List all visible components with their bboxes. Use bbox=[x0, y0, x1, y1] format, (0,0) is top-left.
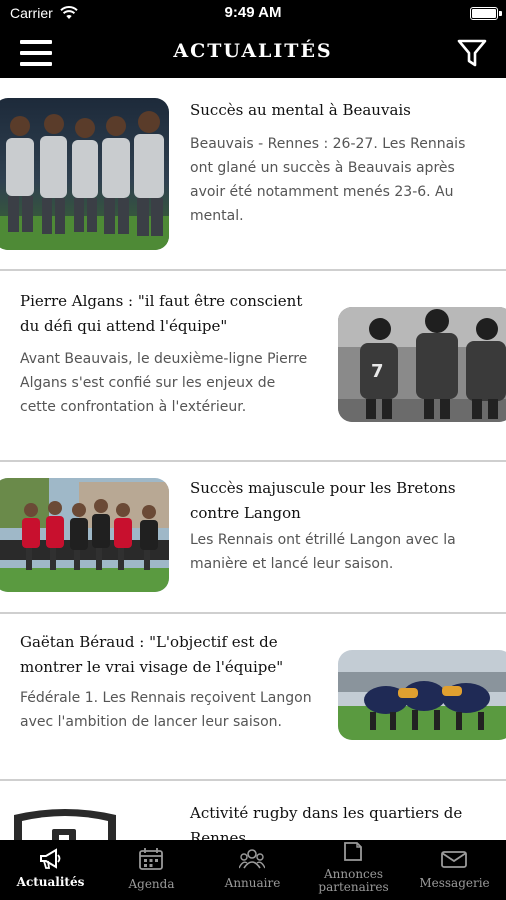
calendar-icon bbox=[139, 848, 163, 870]
news-feed[interactable]: Succès au mental à Beauvais Beauvais - R… bbox=[0, 78, 506, 840]
article-title: Succès majuscule pour les Bretons contre… bbox=[190, 479, 456, 522]
tab-label: Agenda bbox=[128, 877, 175, 891]
megaphone-icon bbox=[40, 848, 61, 869]
envelope-icon bbox=[441, 851, 467, 868]
filter-icon[interactable] bbox=[456, 37, 488, 69]
article-title: Pierre Algans : "il faut être conscient … bbox=[20, 292, 303, 335]
svg-text:7: 7 bbox=[371, 361, 384, 382]
news-article[interactable]: Succès majuscule pour les Bretons contre… bbox=[0, 462, 506, 614]
tab-label: Messagerie bbox=[419, 876, 490, 890]
tab-agenda[interactable]: Agenda bbox=[101, 840, 202, 900]
news-article[interactable]: Activité rugby dans les quartiers de Ren… bbox=[0, 781, 506, 840]
article-summary: Beauvais - Rennes : 26-27. Les Rennais o… bbox=[190, 136, 466, 224]
article-thumbnail bbox=[14, 807, 116, 840]
article-title: Activité rugby dans les quartiers de Ren… bbox=[190, 804, 463, 840]
article-thumbnail bbox=[0, 478, 169, 592]
tab-annonces-partenaires[interactable]: Annonces partenaires bbox=[303, 840, 404, 900]
article-summary: Fédérale 1. Les Rennais reçoivent Langon… bbox=[20, 690, 312, 730]
people-icon bbox=[239, 849, 265, 869]
page-title: ACTUALITÉS bbox=[173, 40, 333, 62]
news-article[interactable]: Succès au mental à Beauvais Beauvais - R… bbox=[0, 78, 506, 271]
tab-actualites[interactable]: Actualités bbox=[0, 840, 101, 900]
article-thumbnail bbox=[338, 650, 506, 740]
article-title: Succès au mental à Beauvais bbox=[190, 101, 411, 119]
article-summary: Avant Beauvais, le deuxième-ligne Pierre… bbox=[20, 351, 308, 415]
document-icon bbox=[344, 842, 362, 861]
tab-label: Actualités bbox=[16, 875, 85, 889]
battery-tip bbox=[499, 11, 502, 16]
tab-messagerie[interactable]: Messagerie bbox=[404, 840, 505, 900]
status-time: 9:49 AM bbox=[224, 4, 282, 21]
article-summary: Les Rennais ont étrillé Langon avec la m… bbox=[190, 532, 456, 572]
status-bar: Carrier 9:49 AM bbox=[0, 0, 506, 28]
article-title: Gaëtan Béraud : "L'objectif est de montr… bbox=[20, 633, 284, 676]
article-thumbnail bbox=[0, 98, 169, 250]
tab-label: Annonces partenaires bbox=[318, 867, 389, 894]
news-article[interactable]: Gaëtan Béraud : "L'objectif est de montr… bbox=[0, 614, 506, 781]
battery-icon bbox=[470, 7, 498, 20]
tab-bar: Actualités Agenda Annuaire Annonces part… bbox=[0, 840, 506, 900]
article-thumbnail: 7 bbox=[338, 307, 506, 422]
tab-annuaire[interactable]: Annuaire bbox=[202, 840, 303, 900]
nav-bar: ACTUALITÉS bbox=[0, 28, 506, 78]
tab-label: Annuaire bbox=[224, 876, 281, 890]
news-article[interactable]: Pierre Algans : "il faut être conscient … bbox=[0, 271, 506, 462]
